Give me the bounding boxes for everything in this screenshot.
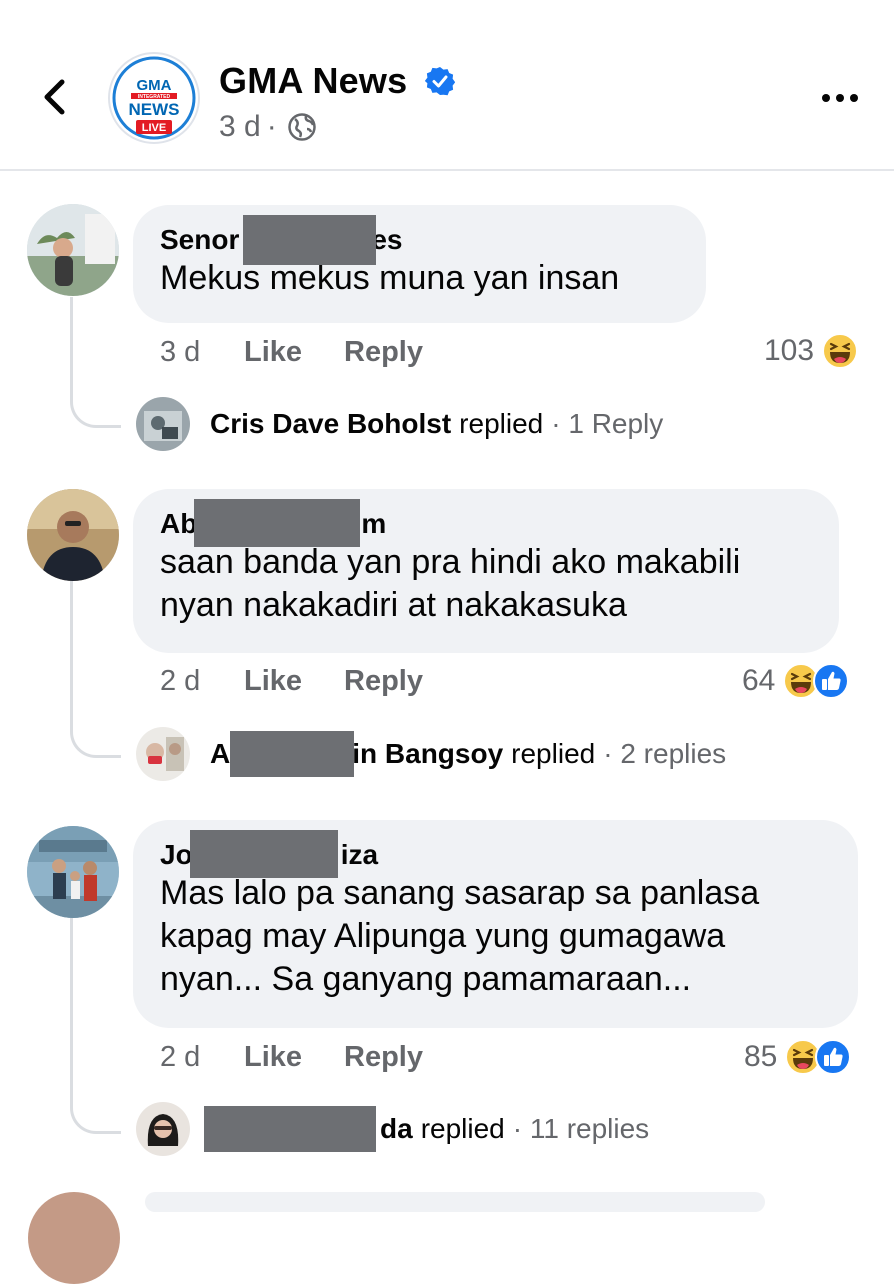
reply-count: · 2 replies [603,738,727,769]
reaction-summary[interactable]: 85 [744,1039,852,1075]
author-name-end: m [361,508,387,539]
comment-text: Mekus mekus muna yan insan [160,259,620,297]
comment-bubble[interactable]: Jo iza Mas lalo pa sanang sasarap sa panl… [133,820,858,1028]
comment-time[interactable]: 2 d [160,665,244,698]
page-name[interactable]: GMA News [219,60,407,102]
avatar-photo [27,204,119,296]
author-name-end: iza [340,839,379,870]
reply-count: · 11 replies [512,1113,650,1144]
reply-button[interactable]: Reply [344,336,423,369]
comment-time[interactable]: 2 d [160,1041,244,1074]
logo-badge-text: LIVE [142,122,166,134]
redaction-box [190,830,338,878]
like-reaction-icon [815,1039,852,1075]
post-header: GMA INTEGRATED NEWS LIVE GMA News 3 d · [0,0,894,170]
next-comment-avatar[interactable] [28,1192,120,1284]
avatar-photo [136,727,190,781]
redaction-box [194,499,360,547]
reply-count: · 1 Reply [551,408,664,439]
author-name-start: Senor [160,224,240,255]
comment-bubble[interactable]: Ab m saan banda yan pra hindi ako makabil… [133,489,839,653]
reply-name-start: A [210,738,231,769]
thread-line [70,581,121,758]
reply-name-end: in Bangsoy [352,738,504,769]
reply-avatar [136,727,190,781]
comment-text: Mas lalo pa sanang sasarap sa panlasa ka… [160,874,760,998]
comment-author[interactable]: Ab m [160,499,811,547]
chevron-left-icon[interactable] [30,72,80,122]
author-name-start: Ab [160,508,198,539]
logo-main-text: NEWS [129,100,180,119]
reaction-count: 103 [764,334,815,367]
comment-avatar[interactable] [27,489,119,581]
comment-actions: 2 d Like Reply [160,665,423,698]
reaction-count: 64 [742,664,776,697]
comment-author[interactable]: Jo iza [160,830,830,878]
like-reaction-icon [813,663,850,699]
verified-badge-icon [425,67,455,96]
gma-news-logo: GMA INTEGRATED NEWS LIVE [112,56,196,140]
page-avatar[interactable]: GMA INTEGRATED NEWS LIVE [108,52,200,144]
reaction-summary[interactable]: 103 [764,333,859,369]
reply-verb: replied [511,738,596,769]
like-button[interactable]: Like [244,336,344,369]
post-time[interactable]: 3 d [219,110,261,144]
comment-time[interactable]: 3 d [160,336,244,369]
reply-avatar [136,397,190,451]
header-divider [0,169,894,171]
logo-top-text: GMA [137,77,172,94]
avatar-photo [27,826,119,918]
more-dots-icon[interactable] [818,88,862,108]
reaction-summary[interactable]: 64 [742,663,850,699]
reply-author: Ain Bangsoy [210,731,504,777]
next-comment-bubble[interactable] [145,1192,765,1212]
comment-actions: 3 d Like Reply [160,336,423,369]
redaction-box [243,215,376,265]
replies-summary[interactable]: da replied · 11 replies [136,1102,649,1156]
comment-bubble[interactable]: Senor es Mekus mekus muna yan insan [133,205,706,323]
thread-line [70,297,121,428]
globe-icon [287,113,316,141]
comment-avatar[interactable] [27,204,119,296]
replies-summary[interactable]: Ain Bangsoy replied · 2 replies [136,727,726,781]
thread-line [70,918,121,1134]
reply-name-end: da [380,1113,413,1144]
redaction-box [204,1106,376,1152]
like-button[interactable]: Like [244,665,344,698]
post-meta: 3 d · [219,110,317,144]
redaction-box [230,731,354,777]
comment-avatar[interactable] [27,826,119,918]
reply-author: da [204,1106,413,1152]
haha-reaction-icon [822,333,859,369]
reply-verb: replied [459,408,544,439]
reply-avatar [136,1102,190,1156]
meta-separator: · [266,110,277,143]
comment-author[interactable]: Senor es [160,215,678,265]
comment-actions: 2 d Like Reply [160,1041,423,1074]
reply-button[interactable]: Reply [344,1041,423,1074]
reply-button[interactable]: Reply [344,665,423,698]
avatar-photo [136,1102,190,1156]
avatar-photo [27,489,119,581]
reply-author: Cris Dave Boholst [210,408,452,439]
avatar-photo [136,397,190,451]
like-button[interactable]: Like [244,1041,344,1074]
author-name-start: Jo [160,839,193,870]
author-name-end: es [371,224,403,255]
comment-text: saan banda yan pra hindi ako makabili ny… [160,543,741,624]
reaction-count: 85 [744,1040,778,1073]
reply-verb: replied [420,1113,505,1144]
replies-summary[interactable]: Cris Dave Boholst replied · 1 Reply [136,397,663,451]
